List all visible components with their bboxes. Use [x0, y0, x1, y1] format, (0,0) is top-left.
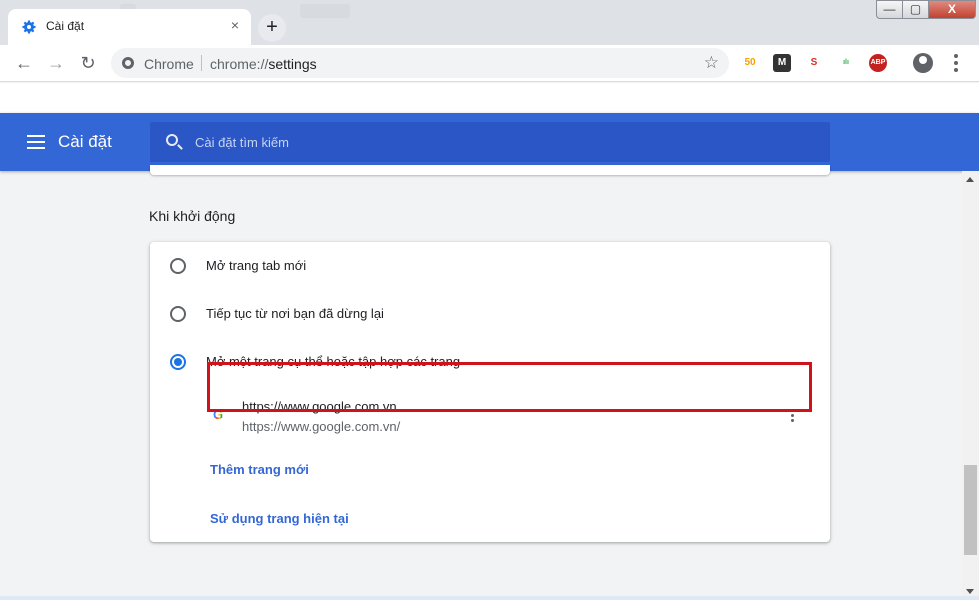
add-new-page-link[interactable]: Thêm trang mới — [210, 462, 309, 477]
gear-icon — [22, 20, 36, 34]
extension-chart-icon[interactable]: ılı — [837, 54, 855, 72]
omnibox-site-label: Chrome — [144, 56, 194, 72]
tab-strip: Cài đặt × + — ▢ X — [0, 0, 979, 45]
tab-title: Cài đặt — [46, 19, 85, 33]
radio-label: Mở một trang cụ thể hoặc tập hợp các tra… — [206, 354, 461, 369]
close-icon[interactable]: × — [227, 17, 243, 33]
search-placeholder: Cài đặt tìm kiếm — [195, 135, 289, 150]
maximize-button[interactable]: ▢ — [902, 0, 929, 19]
previous-card-edge — [150, 165, 830, 175]
bookmark-star-icon[interactable]: ☆ — [704, 53, 719, 73]
settings-header: Cài đặt Cài đặt tìm kiếm — [0, 113, 979, 171]
radio-label: Tiếp tục từ nơi bạn đã dừng lại — [206, 306, 384, 321]
page-top-band — [0, 83, 979, 113]
settings-search-input[interactable]: Cài đặt tìm kiếm — [150, 122, 830, 162]
address-bar[interactable]: Chrome chrome://settings ☆ — [111, 48, 729, 78]
radio-button[interactable] — [170, 306, 186, 322]
new-tab-button[interactable]: + — [258, 14, 286, 42]
settings-page: Cài đặt Cài đặt tìm kiếm Khi khởi động M… — [0, 83, 979, 600]
radio-option-specific-pages[interactable]: Mở một trang cụ thể hoặc tập hợp các tra… — [150, 338, 830, 386]
background-tab-ghost — [300, 4, 350, 18]
radio-button[interactable] — [170, 258, 186, 274]
scrollbar-thumb[interactable] — [964, 465, 977, 555]
hamburger-menu-icon[interactable] — [27, 135, 45, 149]
tab-settings[interactable]: Cài đặt × — [8, 9, 251, 45]
startup-card: Mở trang tab mới Tiếp tục từ nơi bạn đã … — [150, 242, 830, 542]
chrome-menu-icon[interactable] — [948, 51, 964, 75]
url-path: settings — [268, 56, 317, 72]
forward-arrow-icon[interactable]: → — [44, 51, 68, 75]
window-bottom-edge — [0, 596, 979, 600]
minimize-button[interactable]: — — [876, 0, 903, 19]
scroll-down-arrow-icon[interactable] — [966, 589, 974, 594]
reload-icon[interactable]: ↻ — [76, 51, 100, 75]
window-close-button[interactable]: X — [928, 0, 976, 19]
use-current-pages-link[interactable]: Sử dụng trang hiện tại — [210, 511, 349, 526]
chrome-icon — [122, 57, 134, 69]
search-icon — [166, 134, 178, 146]
profile-avatar-icon[interactable] — [913, 53, 933, 73]
radio-option-new-tab[interactable]: Mở trang tab mới — [150, 242, 830, 290]
extension-50-icon[interactable]: 50 — [741, 54, 759, 72]
startup-page-title: https://www.google.com.vn — [242, 399, 397, 414]
omnibox-url[interactable]: chrome://settings — [210, 56, 317, 72]
startup-page-entry: G https://www.google.com.vn https://www.… — [206, 395, 816, 441]
section-title: Khi khởi động — [149, 208, 236, 224]
startup-page-url: https://www.google.com.vn/ — [242, 419, 401, 434]
page-title: Cài đặt — [58, 132, 112, 151]
scroll-up-arrow-icon[interactable] — [966, 177, 974, 182]
radio-option-continue[interactable]: Tiếp tục từ nơi bạn đã dừng lại — [150, 290, 830, 338]
extension-abp-icon[interactable]: ABP — [869, 54, 887, 72]
back-arrow-icon[interactable]: ← — [12, 51, 36, 75]
radio-button-checked[interactable] — [170, 354, 186, 370]
url-scheme: chrome:// — [210, 56, 269, 72]
more-actions-icon[interactable] — [784, 407, 800, 427]
omnibox-divider — [201, 55, 202, 71]
radio-label: Mở trang tab mới — [206, 258, 307, 273]
extension-m-icon[interactable]: M — [773, 54, 791, 72]
extension-seo-icon[interactable]: S — [805, 54, 823, 72]
browser-toolbar: ← → ↻ Chrome chrome://settings ☆ 50 M Sılı… — [0, 45, 979, 82]
google-favicon-icon: G — [212, 407, 224, 422]
scrollbar[interactable] — [962, 171, 979, 600]
